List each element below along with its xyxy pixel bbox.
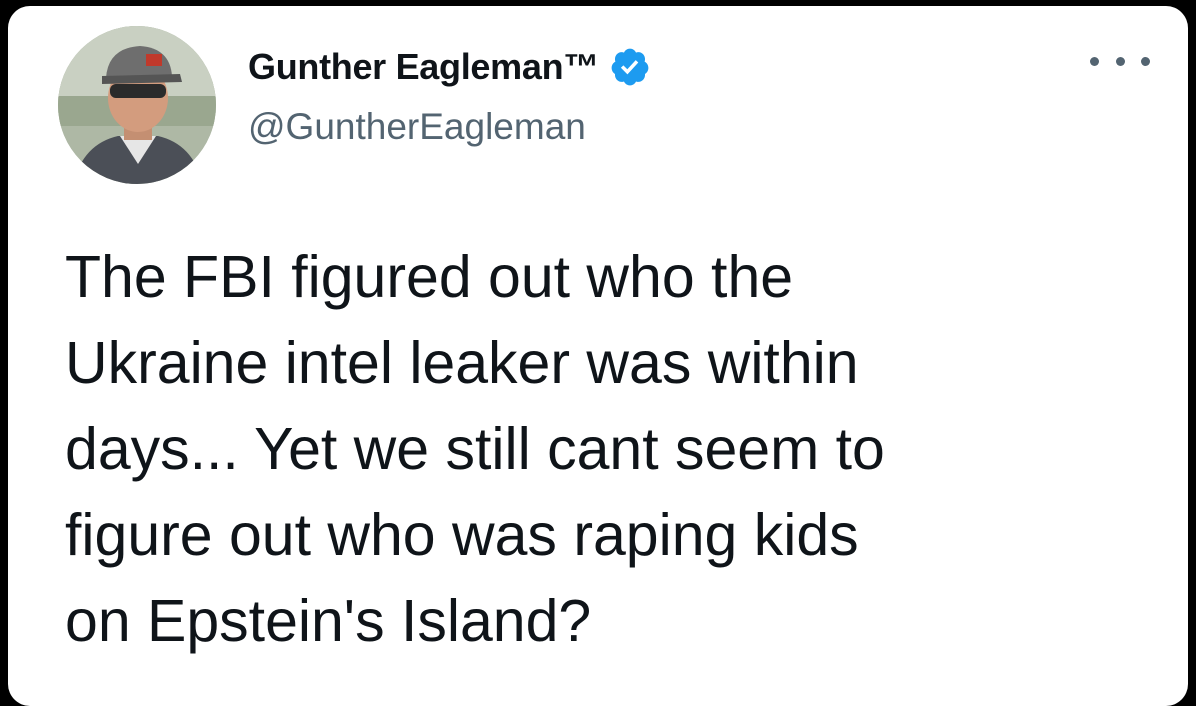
author-handle[interactable]: @GuntherEagleman	[248, 106, 586, 148]
dot	[1141, 56, 1150, 66]
dot	[1090, 56, 1099, 66]
avatar-photo-icon	[58, 26, 216, 184]
more-options-ellipsis-icon[interactable]	[1090, 46, 1150, 76]
author-display-name[interactable]: Gunther Eagleman™	[248, 46, 599, 88]
author-avatar[interactable]	[58, 26, 216, 184]
tweet-text: The FBI figured out who the Ukraine inte…	[65, 244, 885, 654]
verified-badge-icon	[609, 46, 651, 88]
dot	[1115, 56, 1125, 66]
tweet-card: Gunther Eagleman™ @GuntherEagleman The F…	[8, 6, 1188, 706]
author-name-row: Gunther Eagleman™	[248, 46, 651, 88]
